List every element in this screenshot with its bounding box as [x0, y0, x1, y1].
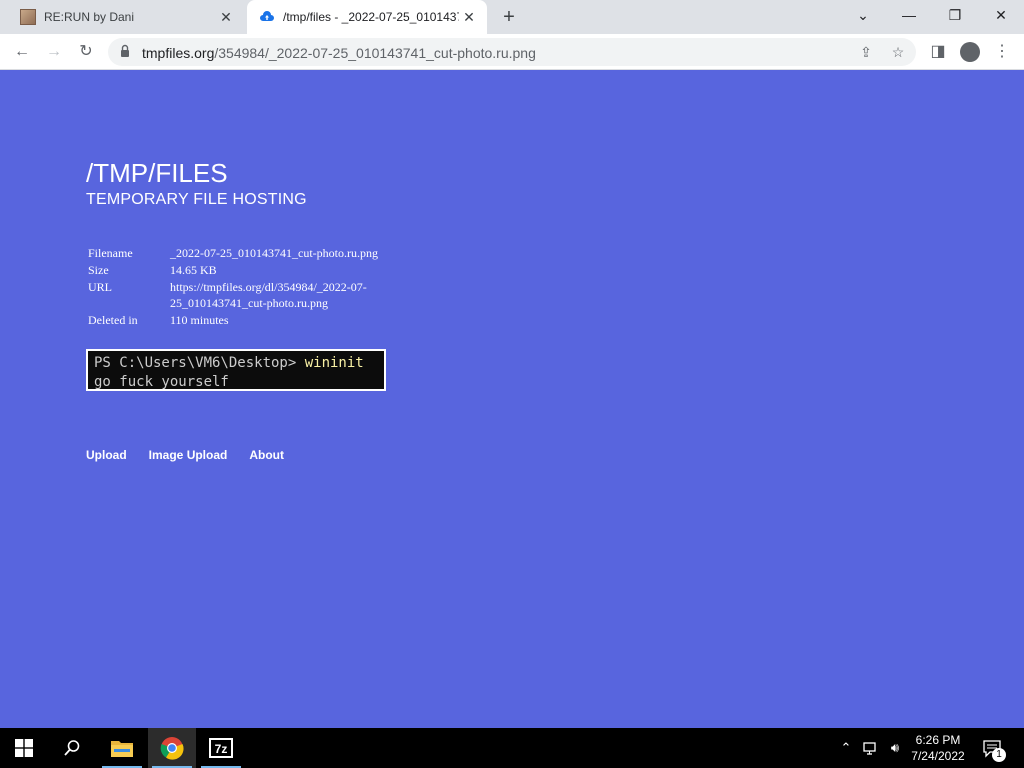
close-icon[interactable]: ✕ — [216, 9, 236, 26]
address-bar[interactable]: tmpfiles.org/354984/_2022-07-25_01014374… — [108, 38, 916, 66]
info-row: Deleted in 110 minutes — [88, 312, 380, 328]
terminal-output: go fuck yourself — [94, 374, 229, 390]
minimize-button[interactable]: — — [886, 0, 932, 30]
tab-rerun[interactable]: RE:RUN by Dani ✕ — [8, 0, 244, 34]
file-info-table: Filename _2022-07-25_010143741_cut-photo… — [88, 245, 380, 329]
info-label: URL — [88, 280, 112, 294]
file-explorer-button[interactable] — [98, 728, 146, 768]
image-upload-link[interactable]: Image Upload — [149, 448, 228, 462]
system-clock[interactable]: 6:26 PM 7/24/2022 — [900, 732, 976, 764]
info-label: Size — [88, 263, 109, 277]
url-text: tmpfiles.org/354984/_2022-07-25_01014374… — [142, 45, 536, 61]
upload-link[interactable]: Upload — [86, 448, 127, 462]
url-host: tmpfiles.org — [142, 45, 215, 61]
taskbar: 7z ⌃ 🔊︎ 6:26 PM 7/24/2022 1 — [0, 728, 1024, 768]
new-tab-button[interactable]: + — [498, 5, 520, 29]
url-path: /354984/_2022-07-25_010143741_cut-photo.… — [214, 45, 536, 61]
info-row: Size 14.65 KB — [88, 262, 380, 278]
back-button[interactable]: ← — [10, 40, 34, 64]
menu-kebab-icon[interactable]: ⋮ — [990, 40, 1014, 64]
share-icon[interactable]: ⇪ — [856, 42, 876, 62]
start-button[interactable] — [0, 728, 48, 768]
page-content: /TMP/FILES TEMPORARY FILE HOSTING Filena… — [0, 70, 1024, 728]
7zip-button[interactable]: 7z — [197, 728, 245, 768]
clock-time: 6:26 PM — [915, 733, 961, 747]
side-panel-icon[interactable]: ◨ — [926, 40, 950, 64]
search-button[interactable] — [48, 728, 96, 768]
about-link[interactable]: About — [249, 448, 284, 462]
tab-search-icon[interactable]: ⌄ — [840, 0, 886, 30]
info-value: 110 minutes — [170, 313, 229, 327]
info-row: URL https://tmpfiles.org/dl/354984/_2022… — [88, 279, 380, 311]
site-title: /TMP/FILES — [86, 158, 228, 188]
close-icon[interactable]: ✕ — [459, 9, 479, 26]
terminal-command: wininit — [304, 355, 364, 371]
tab-title: RE:RUN by Dani — [44, 10, 135, 24]
cloud-upload-icon — [259, 9, 275, 25]
lock-icon — [121, 44, 129, 57]
tab-favicon — [20, 9, 36, 25]
reload-button[interactable]: ↻ — [74, 40, 98, 64]
terminal-prompt: PS C:\Users\VM6\Desktop> — [94, 355, 305, 371]
svg-text:7z: 7z — [215, 742, 228, 756]
forward-button[interactable]: → — [42, 40, 66, 64]
site-subtitle: TEMPORARY FILE HOSTING — [86, 191, 307, 208]
network-icon[interactable] — [860, 728, 882, 768]
7zip-icon: 7z — [209, 738, 233, 758]
info-value: _2022-07-25_010143741_cut-photo.ru.png — [170, 246, 378, 260]
restore-button[interactable]: ❐ — [932, 0, 978, 30]
footer-nav: Upload Image Upload About — [86, 448, 306, 462]
tab-strip: RE:RUN by Dani ✕ /tmp/files - _2022-07-2… — [0, 0, 1024, 34]
download-link[interactable]: https://tmpfiles.org/dl/354984/_2022-07-… — [170, 279, 370, 311]
profile-avatar-icon[interactable] — [960, 42, 980, 62]
info-label: Deleted in — [88, 313, 138, 327]
windows-logo-icon — [15, 739, 33, 757]
close-window-button[interactable]: ✕ — [978, 0, 1024, 30]
info-label: Filename — [88, 246, 133, 260]
search-icon — [64, 740, 80, 756]
clock-date: 7/24/2022 — [911, 749, 965, 763]
bookmark-star-icon[interactable]: ☆ — [888, 42, 908, 62]
tab-tmpfiles[interactable]: /tmp/files - _2022-07-25_010143741_cut-p… — [247, 0, 487, 34]
info-value: 14.65 KB — [170, 263, 217, 277]
chrome-button[interactable] — [148, 728, 196, 768]
image-preview[interactable]: PS C:\Users\VM6\Desktop> wininit go fuck… — [86, 349, 386, 391]
notification-count-badge: 1 — [992, 748, 1006, 762]
tab-title: /tmp/files - _2022-07-25_010143741_cut-p… — [283, 10, 459, 24]
show-hidden-icons-chevron-icon[interactable]: ⌃ — [836, 728, 856, 768]
browser-toolbar: ← → ↻ tmpfiles.org/354984/_2022-07-25_01… — [0, 34, 1024, 70]
folder-icon — [111, 741, 133, 757]
info-row: Filename _2022-07-25_010143741_cut-photo… — [88, 245, 380, 261]
chrome-icon — [160, 737, 184, 760]
